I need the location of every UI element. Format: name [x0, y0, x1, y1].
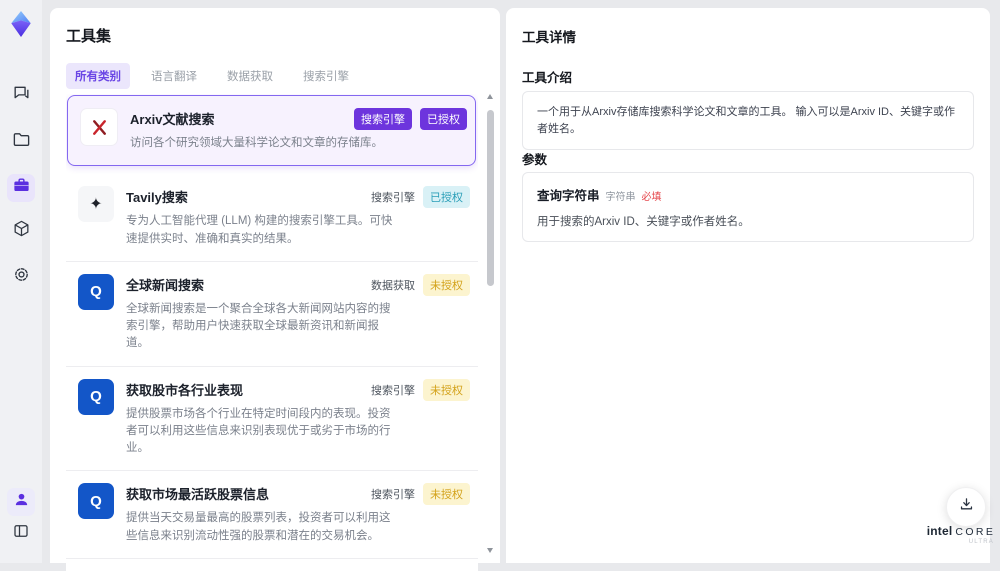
toolset-title: 工具集: [66, 25, 111, 46]
tool-icon: Q: [78, 483, 114, 519]
toolset-panel: 工具集 所有类别语言翻译数据获取搜索引擎 Arxiv文献搜索 搜索引擎 已授权 …: [50, 8, 500, 563]
intro-box: 一个用于从Arxiv存储库搜索科学论文和文章的工具。 输入可以是Arxiv ID…: [522, 91, 974, 150]
tool-name: 获取市场最活跃股票信息: [126, 483, 269, 503]
tool-auth-badge: 未授权: [423, 379, 470, 401]
tool-category-badge: 搜索引擎: [371, 483, 415, 505]
tab-translate[interactable]: 语言翻译: [142, 63, 206, 89]
gear-icon: [12, 265, 31, 289]
param-required-label: 必填: [642, 188, 662, 203]
details-title: 工具详情: [522, 26, 576, 46]
intro-heading: 工具介绍: [522, 67, 572, 86]
params-heading: 参数: [522, 149, 547, 168]
sidebar-item-files[interactable]: [7, 128, 35, 156]
arxiv-icon: [90, 118, 109, 137]
tool-card[interactable]: Q 全球新闻搜索 数据获取 未授权 全球新闻搜索是一个聚合全球各大新闻网站内容的…: [66, 262, 478, 367]
tool-details-panel: 工具详情 工具介绍 一个用于从Arxiv存储库搜索科学论文和文章的工具。 输入可…: [506, 8, 990, 563]
param-type: 字符串: [606, 188, 636, 203]
tool-icon: ✦: [78, 186, 114, 222]
intel-core-logo: intelCORE ULTRA: [922, 524, 1000, 545]
tool-card[interactable]: 万维地区新闻查询 搜索引擎 未授权 查询具体行政区划内的新闻，快速了解各地新闻动: [66, 559, 478, 571]
brand-core: CORE: [955, 526, 995, 538]
tab-data[interactable]: 数据获取: [218, 63, 282, 89]
tool-name: 全球新闻搜索: [126, 274, 204, 294]
param-box: 查询字符串 字符串 必填 用于搜索的Arxiv ID、关键字或作者姓名。: [522, 172, 974, 242]
tool-description: 提供股票市场各个行业在特定时间段内的表现。投资者可以利用这些信息来识别表现优于或…: [126, 406, 398, 458]
param-name: 查询字符串: [537, 185, 600, 204]
tool-category-badge: 数据获取: [371, 274, 415, 296]
tool-list-scrollbar: [486, 94, 495, 553]
sidebar-item-packages[interactable]: [7, 217, 35, 245]
tool-description: 提供当天交易量最高的股票列表，投资者可以利用这些信息来识别流动性强的股票和潜在的…: [126, 510, 398, 545]
folder-icon: [12, 130, 31, 154]
tool-description: 专为人工智能代理 (LLM) 构建的搜索引擎工具。可快速提供实时、准确和真实的结…: [126, 213, 398, 248]
tool-card[interactable]: Q 获取股市各行业表现 搜索引擎 未授权 提供股票市场各个行业在特定时间段内的表…: [66, 367, 478, 472]
intro-text: 一个用于从Arxiv存储库搜索科学论文和文章的工具。 输入可以是Arxiv ID…: [537, 104, 959, 137]
sidebar-item-settings[interactable]: [7, 263, 35, 291]
tool-icon: [80, 108, 118, 146]
scroll-up-icon[interactable]: [487, 94, 493, 99]
cube-icon: [12, 219, 31, 243]
tool-list: Arxiv文献搜索 搜索引擎 已授权 访问各个研究领域大量科学论文和文章的存储库…: [66, 94, 478, 571]
layout-panel-icon: [12, 522, 30, 545]
param-description: 用于搜索的Arxiv ID、关键字或作者姓名。: [537, 213, 959, 229]
sidebar-item-chat[interactable]: [7, 81, 35, 109]
category-tabs: 所有类别语言翻译数据获取搜索引擎: [66, 63, 358, 89]
tool-name: Arxiv文献搜索: [130, 108, 215, 128]
tool-name: Tavily搜索: [126, 186, 188, 206]
tool-icon: Q: [78, 379, 114, 415]
tab-search[interactable]: 搜索引擎: [294, 63, 358, 89]
briefcase-icon: [12, 176, 31, 200]
tool-auth-badge: 已授权: [423, 186, 470, 208]
tool-category-badge: 搜索引擎: [371, 186, 415, 208]
gem-logo-icon: [8, 10, 34, 38]
tool-icon: Q: [78, 274, 114, 310]
tool-card[interactable]: Q 获取市场最活跃股票信息 搜索引擎 未授权 提供当天交易量最高的股票列表，投资…: [66, 471, 478, 559]
tool-description: 全球新闻搜索是一个聚合全球各大新闻网站内容的搜索引擎，帮助用户快速获取全球最新资…: [126, 301, 398, 353]
sidebar-item-tools[interactable]: [7, 174, 35, 202]
tool-category-badge: 搜索引擎: [371, 379, 415, 401]
app-logo: [7, 10, 35, 38]
sidebar-item-profile[interactable]: [7, 488, 35, 516]
user-icon: [13, 491, 30, 513]
tool-name: 获取股市各行业表现: [126, 379, 243, 399]
brand-intel: intel: [927, 524, 953, 538]
tool-card[interactable]: ✦ Tavily搜索 搜索引擎 已授权 专为人工智能代理 (LLM) 构建的搜索…: [66, 174, 478, 262]
scroll-down-icon[interactable]: [487, 548, 493, 553]
tab-all[interactable]: 所有类别: [66, 63, 130, 89]
chat-icon: [12, 83, 31, 107]
download-button[interactable]: [946, 487, 986, 527]
tool-card[interactable]: Arxiv文献搜索 搜索引擎 已授权 访问各个研究领域大量科学论文和文章的存储库…: [67, 95, 476, 166]
tool-auth-badge: 未授权: [423, 274, 470, 296]
download-icon: [958, 496, 975, 518]
scrollbar-thumb[interactable]: [487, 110, 494, 286]
tool-description: 访问各个研究领域大量科学论文和文章的存储库。: [130, 135, 402, 152]
sidebar-item-panel-toggle[interactable]: [7, 519, 35, 547]
brand-sub: ULTRA: [922, 539, 1000, 545]
tool-category-badge: 搜索引擎: [354, 108, 412, 130]
app-sidebar: [0, 0, 42, 563]
tool-auth-badge: 已授权: [420, 108, 467, 130]
tool-auth-badge: 未授权: [423, 483, 470, 505]
